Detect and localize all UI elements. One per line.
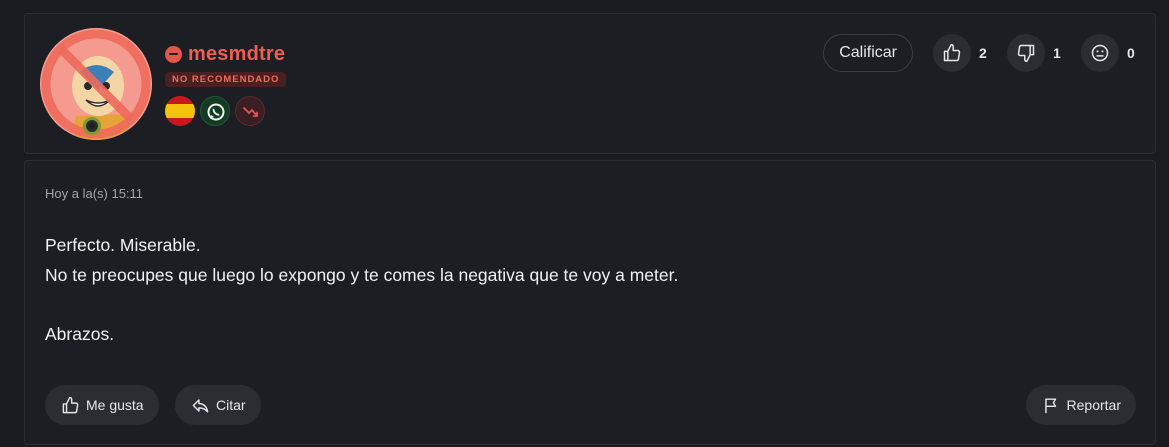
rate-button[interactable]: Calificar: [823, 34, 913, 72]
thumbs-up-icon: [943, 43, 961, 62]
user-badges: [165, 96, 286, 126]
quote-label: Citar: [216, 397, 246, 413]
like-button[interactable]: Me gusta: [45, 385, 159, 425]
minus-circle-icon: [165, 45, 182, 63]
whatsapp-icon[interactable]: [200, 96, 230, 126]
user-info: mesmdtre NO RECOMENDADO: [165, 42, 287, 126]
post-line: Abrazos.: [45, 324, 115, 344]
likes-count: 2: [979, 45, 987, 61]
rating-area: Calificar 2 1 0: [823, 34, 1137, 72]
post-line: No te preocupes que luego lo expongo y t…: [45, 265, 679, 285]
post-timestamp: Hoy a la(s) 15:11: [45, 186, 144, 201]
post-line: Perfecto. Miserable.: [45, 235, 201, 255]
thumbs-down-icon: [1017, 44, 1035, 63]
thumbs-up-icon: [62, 396, 79, 413]
post-body: Perfecto. Miserable. No te preocupes que…: [45, 230, 678, 349]
online-status-icon: [83, 117, 101, 135]
neutral-reaction: 0: [1081, 34, 1137, 72]
report-button[interactable]: Reportar: [1025, 385, 1136, 425]
reply-icon: [192, 398, 209, 413]
neutral-face-icon: [1091, 44, 1109, 62]
dislikes-count: 1: [1053, 45, 1061, 61]
trend-down-icon: [235, 96, 265, 126]
name-row: mesmdtre: [165, 42, 286, 66]
post-card: Hoy a la(s) 15:11 Perfecto. Miserable. N…: [24, 160, 1156, 445]
username[interactable]: mesmdtre: [188, 43, 285, 66]
page: mesmdtre NO RECOMENDADO Calificar 2 1 0 …: [0, 0, 1169, 447]
neutral-count: 0: [1127, 45, 1135, 61]
quote-button[interactable]: Citar: [175, 385, 261, 425]
user-card: mesmdtre NO RECOMENDADO Calificar 2 1 0: [24, 13, 1156, 154]
like-label: Me gusta: [86, 397, 144, 413]
status-badge: NO RECOMENDADO: [165, 72, 287, 87]
like-reaction: 2: [933, 34, 989, 72]
neutral-face-button[interactable]: [1081, 34, 1119, 72]
thumbs-down-button[interactable]: [1007, 34, 1045, 72]
flag-icon: [1044, 397, 1056, 413]
spain-flag-icon: [165, 96, 195, 126]
thumbs-up-button[interactable]: [933, 34, 971, 72]
report-label: Reportar: [1066, 397, 1121, 413]
dislike-reaction: 1: [1007, 34, 1063, 72]
